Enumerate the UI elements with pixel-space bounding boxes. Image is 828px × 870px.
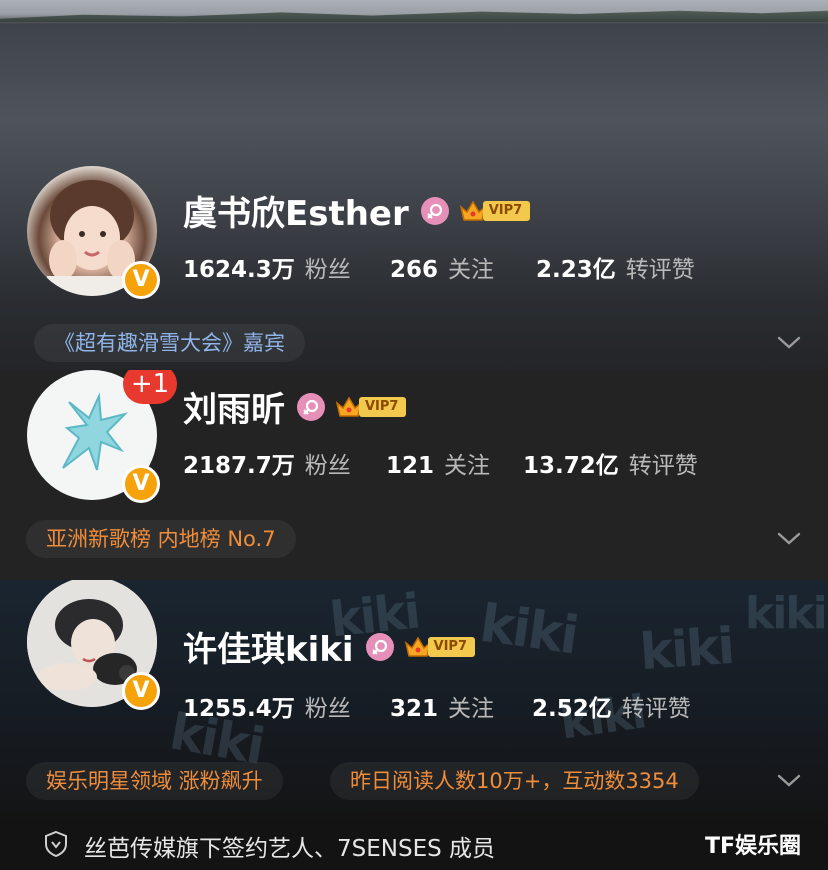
background-shoreline [0, 10, 828, 22]
following-label: 关注 [444, 453, 491, 479]
profile-description-bar: 丝芭传媒旗下签约艺人、7SENSES 成员 TF娱乐圈 [0, 820, 828, 870]
vip-level-label: VIP7 [482, 200, 531, 221]
honor-tag-1[interactable]: 《超有趣滑雪大会》嘉宾 [34, 324, 305, 362]
username-row-2: 刘雨昕 VIP7 [183, 382, 407, 431]
engagement-count: 2.23亿 [536, 257, 616, 283]
background-word: kiki [745, 588, 828, 639]
following-stat[interactable]: 266 关注 [390, 250, 494, 284]
avatar-2[interactable]: +1 V [27, 370, 177, 503]
vip-badge[interactable]: VIP7 [404, 635, 476, 659]
username[interactable]: 虞书欣Esther [183, 186, 409, 235]
female-icon [420, 196, 449, 225]
avatar-3[interactable]: V [27, 580, 160, 710]
chevron-down-icon[interactable] [777, 774, 801, 788]
vip-level-label: VIP7 [359, 396, 407, 417]
followers-count: 2187.7万 [183, 453, 295, 479]
followers-label: 粉丝 [304, 257, 351, 283]
watermark: TF娱乐圈 [705, 834, 802, 859]
avatar-1[interactable]: V [27, 166, 160, 299]
verification-description: 丝芭传媒旗下签约艺人、7SENSES 成员 [84, 836, 496, 862]
vip-badge[interactable]: VIP7 [459, 199, 531, 223]
engagement-label: 转评赞 [628, 453, 698, 479]
following-label: 关注 [448, 696, 495, 722]
followers-stat[interactable]: 2187.7万 粉丝 [183, 446, 351, 480]
honor-tag-1[interactable]: 娱乐明星领域 涨粉飙升 [26, 762, 283, 800]
notification-badge: +1 [123, 370, 177, 404]
username-row-3: 许佳琪kiki VIP7 [183, 622, 476, 671]
verified-v-icon: V [122, 261, 160, 299]
engagement-count: 13.72亿 [523, 453, 619, 479]
username[interactable]: 刘雨昕 [183, 382, 285, 431]
engagement-count: 2.52亿 [532, 696, 612, 722]
engagement-stat[interactable]: 13.72亿 转评赞 [523, 446, 698, 480]
following-count: 121 [386, 453, 435, 479]
vip-badge[interactable]: VIP7 [335, 395, 407, 419]
engagement-label: 转评赞 [625, 257, 695, 283]
honor-tag-1[interactable]: 亚洲新歌榜 内地榜 No.7 [26, 520, 296, 558]
username[interactable]: 许佳琪kiki [183, 622, 354, 671]
female-icon [297, 392, 325, 421]
chevron-down-icon[interactable] [777, 532, 801, 546]
honor-tag-2[interactable]: 昨日阅读人数10万+，互动数3354 [330, 762, 699, 800]
female-icon [365, 632, 394, 661]
following-count: 321 [390, 696, 439, 722]
following-count: 266 [390, 257, 439, 283]
username-row-1: 虞书欣Esther VIP7 [183, 186, 531, 235]
followers-count: 1255.4万 [183, 696, 295, 722]
followers-stat[interactable]: 1624.3万 粉丝 [183, 250, 351, 284]
profile-card-3[interactable]: kiki kiki kiki kiki kiki kiki V 许佳琪kiki … [0, 580, 828, 820]
engagement-stat[interactable]: 2.23亿 转评赞 [536, 250, 695, 284]
followers-count: 1624.3万 [183, 257, 295, 283]
engagement-stat[interactable]: 2.52亿 转评赞 [532, 689, 691, 723]
following-label: 关注 [448, 257, 495, 283]
following-stat[interactable]: 321 关注 [390, 689, 494, 723]
profile-card-1[interactable]: V 虞书欣Esther VIP7 1624.3万 粉丝 266 关注 2.23亿 转评… [0, 0, 828, 370]
followers-stat[interactable]: 1255.4万 粉丝 [183, 689, 351, 723]
profile-card-2[interactable]: +1 V 刘雨昕 VIP7 2187.7万 粉丝 121 关注 13.72亿 转评赞 … [0, 370, 828, 580]
followers-label: 粉丝 [304, 696, 351, 722]
followers-label: 粉丝 [304, 453, 351, 479]
following-stat[interactable]: 121 关注 [386, 446, 490, 480]
chevron-down-icon[interactable] [777, 336, 801, 350]
background-word: kiki [638, 616, 735, 682]
background-word: kiki [476, 593, 581, 667]
engagement-label: 转评赞 [621, 696, 691, 722]
shield-icon [45, 830, 67, 858]
verified-v-icon: V [122, 465, 160, 503]
vip-level-label: VIP7 [427, 636, 476, 657]
verified-v-icon: V [122, 672, 160, 710]
